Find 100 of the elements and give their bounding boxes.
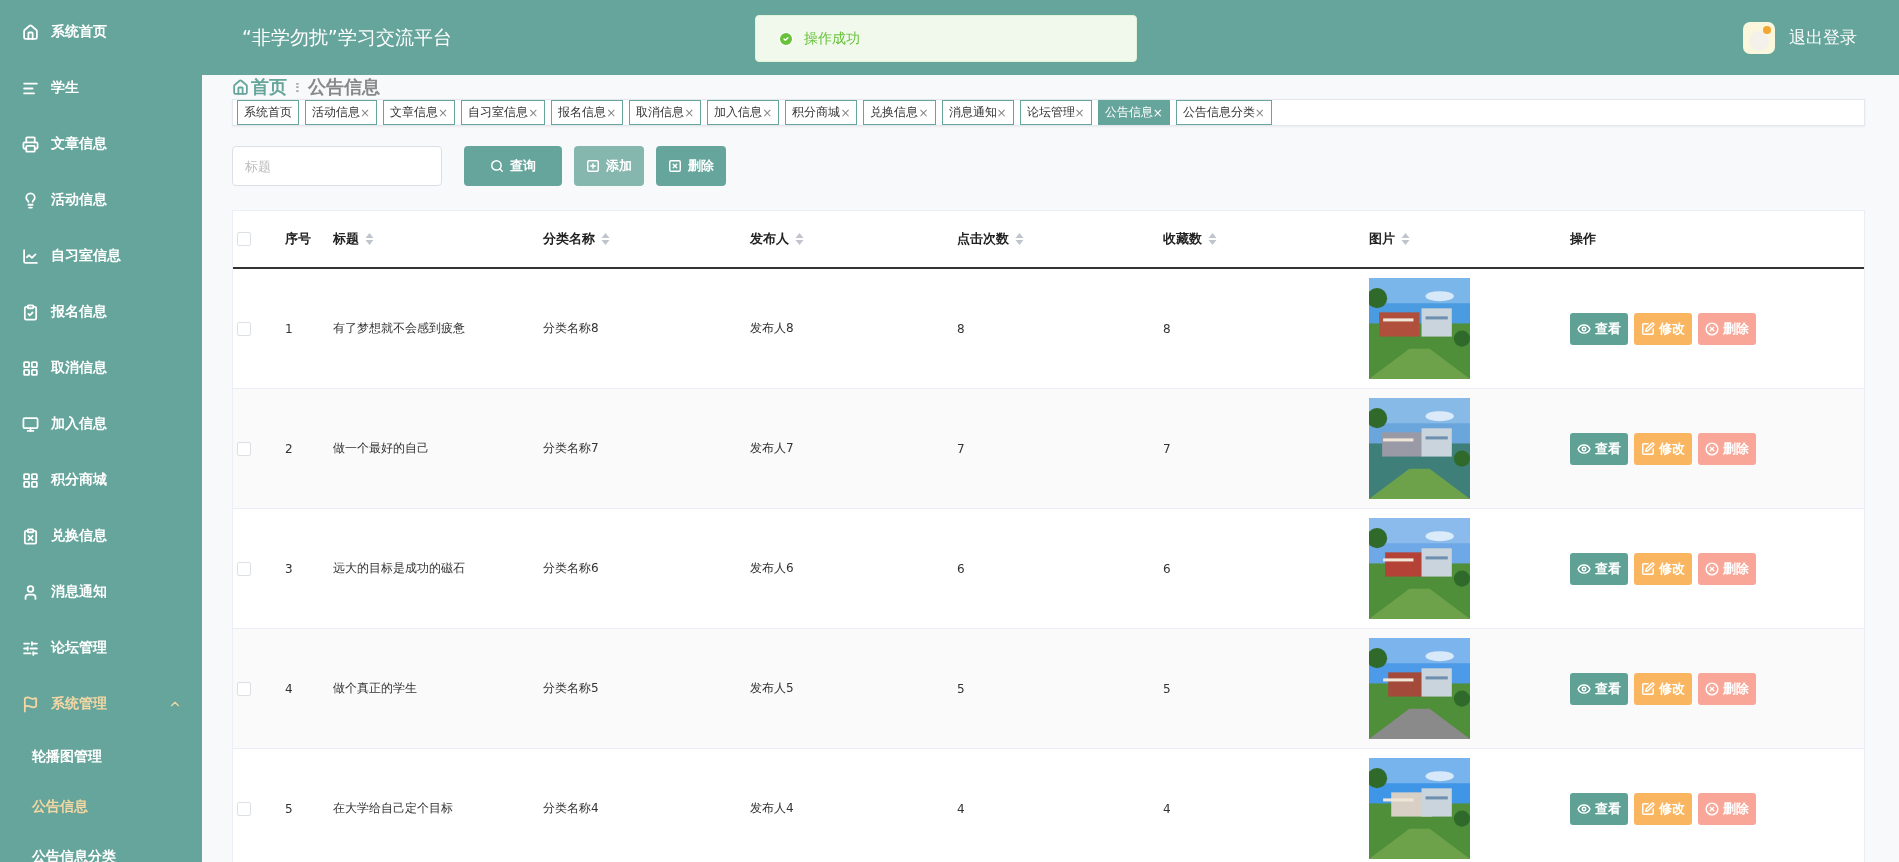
page-tab[interactable]: 报名信息× — [551, 100, 624, 125]
sidebar-item[interactable]: 论坛管理 — [0, 620, 202, 676]
eye-icon — [1577, 441, 1591, 456]
table-cell: 发布人6 — [750, 560, 794, 577]
sort-icon[interactable] — [601, 232, 610, 246]
sidebar-item[interactable]: 取消信息 — [0, 340, 202, 396]
line-chart-icon — [22, 247, 39, 265]
eye-icon — [1577, 801, 1591, 816]
table-cell: 发布人7 — [750, 440, 794, 457]
sidebar-item[interactable]: 加入信息 — [0, 396, 202, 452]
delete-button[interactable]: 删除 — [1698, 432, 1756, 465]
sort-icon[interactable] — [1208, 232, 1217, 246]
flag-icon — [22, 695, 39, 713]
sidebar-item[interactable]: 系统管理 — [0, 676, 202, 732]
view-button[interactable]: 查看 — [1570, 792, 1628, 825]
sort-icon[interactable] — [365, 232, 374, 246]
page-tab[interactable]: 文章信息× — [383, 100, 456, 125]
column-header: 收藏数 — [1163, 230, 1202, 248]
row-checkbox[interactable] — [237, 681, 251, 696]
edit-button[interactable]: 修改 — [1634, 792, 1692, 825]
table-cell: 7 — [1163, 441, 1171, 456]
sidebar-item[interactable]: 学生 — [0, 60, 202, 116]
row-checkbox[interactable] — [237, 801, 251, 816]
page-tab[interactable]: 系统首页 — [237, 100, 299, 125]
view-button[interactable]: 查看 — [1570, 552, 1628, 585]
clipboard-check-icon — [22, 303, 39, 321]
eye-icon — [1577, 321, 1591, 336]
sidebar-subitem[interactable]: 轮播图管理 — [0, 732, 202, 782]
column-header: 序号 — [285, 230, 311, 248]
edit-button[interactable]: 修改 — [1634, 552, 1692, 585]
page-tab[interactable]: 活动信息× — [305, 100, 378, 125]
view-button[interactable]: 查看 — [1570, 432, 1628, 465]
circle-x-icon — [1705, 681, 1719, 696]
check-icon — [778, 30, 794, 47]
edit-button[interactable]: 修改 — [1634, 432, 1692, 465]
column-header: 操作 — [1570, 230, 1596, 248]
sidebar-item[interactable]: 文章信息 — [0, 116, 202, 172]
page-tab[interactable]: 积分商城× — [785, 100, 858, 125]
page-tab[interactable]: 加入信息× — [707, 100, 780, 125]
sidebar-subitem[interactable]: 公告信息 — [0, 782, 202, 832]
sidebar-item[interactable]: 积分商城 — [0, 452, 202, 508]
table-cell: 8 — [1163, 321, 1171, 336]
table-cell: 分类名称8 — [543, 320, 599, 337]
circle-x-icon — [1705, 561, 1719, 576]
view-button[interactable]: 查看 — [1570, 312, 1628, 345]
page-tab[interactable]: 消息通知× — [941, 100, 1014, 125]
clipboard-x-icon — [22, 527, 39, 545]
circle-x-icon — [1705, 801, 1719, 816]
table-cell: 8 — [957, 321, 965, 336]
select-all-checkbox[interactable] — [237, 232, 251, 246]
sidebar-item[interactable]: 兑换信息 — [0, 508, 202, 564]
page-tab[interactable]: 论坛管理× — [1019, 100, 1092, 125]
table-cell: 分类名称4 — [543, 800, 599, 817]
edit-button[interactable]: 修改 — [1634, 312, 1692, 345]
row-checkbox[interactable] — [237, 561, 251, 576]
add-button[interactable]: 添加 — [574, 146, 644, 186]
table-cell: 做一个最好的自己 — [333, 440, 429, 457]
grid-icon — [22, 471, 39, 489]
table-cell: 分类名称5 — [543, 680, 599, 697]
delete-button[interactable]: 删除 — [1698, 312, 1756, 345]
table-cell: 6 — [1163, 561, 1171, 576]
home-icon — [232, 78, 249, 96]
edit-button[interactable]: 修改 — [1634, 672, 1692, 705]
page-tab[interactable]: 公告信息× — [1097, 100, 1170, 125]
home-icon — [22, 23, 39, 41]
search-icon — [490, 159, 504, 173]
sidebar-item[interactable]: 消息通知 — [0, 564, 202, 620]
view-button[interactable]: 查看 — [1570, 672, 1628, 705]
pen-icon — [1641, 321, 1655, 336]
plus-icon — [586, 159, 600, 173]
sort-icon[interactable] — [1401, 232, 1410, 246]
sidebar-item[interactable]: 系统首页 — [0, 4, 202, 60]
table-cell: 1 — [285, 321, 293, 336]
eye-icon — [1577, 681, 1591, 696]
sidebar-item[interactable]: 活动信息 — [0, 172, 202, 228]
table-cell: 7 — [957, 441, 965, 456]
page-tab[interactable]: 公告信息分类× — [1175, 100, 1272, 125]
breadcrumb-home[interactable]: 首页 — [232, 75, 287, 99]
toast-message: 操作成功 — [804, 29, 860, 48]
sliders-icon — [22, 639, 39, 657]
sort-icon[interactable] — [1015, 232, 1024, 246]
column-header: 发布人 — [750, 230, 789, 248]
search-button[interactable]: 查询 — [464, 146, 562, 186]
delete-button[interactable]: 删除 — [1698, 672, 1756, 705]
delete-button[interactable]: 删除 — [1698, 552, 1756, 585]
logout-link[interactable]: 退出登录 — [1789, 26, 1857, 49]
delete-button[interactable]: 删除 — [656, 146, 726, 186]
page-tab[interactable]: 兑换信息× — [863, 100, 936, 125]
page-tab[interactable]: 取消信息× — [629, 100, 702, 125]
breadcrumb-current: 公告信息 — [307, 75, 380, 99]
sort-icon[interactable] — [795, 232, 804, 246]
page-tab[interactable]: 自习室信息× — [461, 100, 546, 125]
row-checkbox[interactable] — [237, 441, 251, 456]
table-cell: 3 — [285, 561, 293, 576]
sidebar-item[interactable]: 自习室信息 — [0, 228, 202, 284]
table-cell: 有了梦想就不会感到疲惫 — [333, 320, 465, 337]
delete-button[interactable]: 删除 — [1698, 792, 1756, 825]
title-search-field[interactable]: 标题 — [232, 146, 442, 186]
row-checkbox[interactable] — [237, 321, 251, 336]
sidebar-item[interactable]: 报名信息 — [0, 284, 202, 340]
